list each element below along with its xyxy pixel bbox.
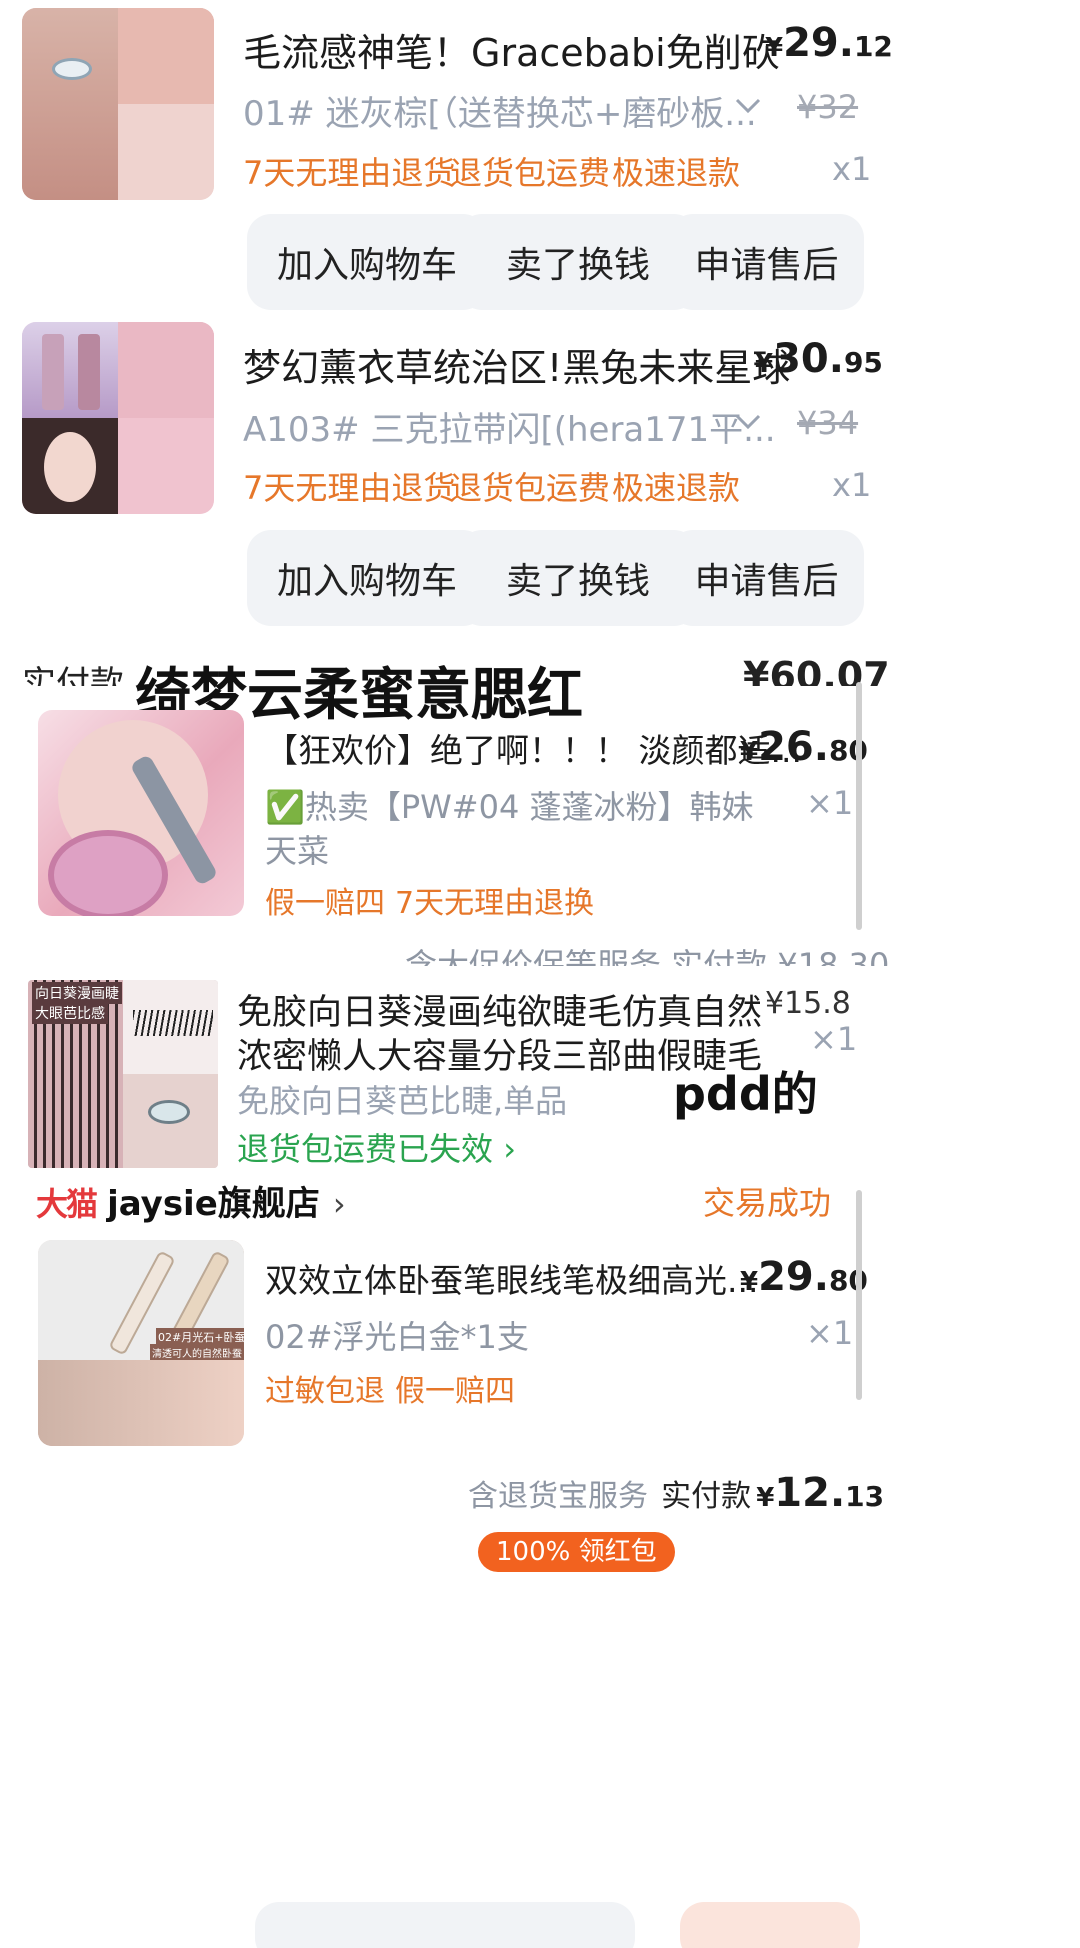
product-price: ¥26.80: [740, 724, 868, 770]
product-title[interactable]: 【狂欢价】绝了啊！！！ 淡颜都适...: [265, 724, 802, 772]
service-tag: 7天无理由退换: [395, 886, 595, 921]
red-packet-badge[interactable]: 100% 领红包: [478, 1532, 675, 1572]
tmall-logo: 大猫: [36, 1185, 98, 1223]
service-tag: 过敏包退: [265, 1374, 385, 1409]
quantity: x1: [832, 466, 872, 504]
store-header[interactable]: 大猫 jaysie旗舰店 ›: [36, 1176, 346, 1224]
handwritten-note: pdd的: [673, 1067, 818, 1121]
product-price: ¥29.12: [765, 20, 893, 66]
paid-total: ¥60.07: [743, 654, 890, 686]
product-title[interactable]: 梦幻薰衣草统治区!黑兔未来星球: [243, 337, 790, 392]
scrollbar[interactable]: [856, 682, 862, 930]
product-image[interactable]: 向日葵漫画睫 大眼芭比感: [28, 980, 218, 1168]
chevron-right-icon: ›: [332, 1185, 346, 1223]
service-tag: 退货包运费: [450, 154, 611, 192]
product-sku[interactable]: 免胶向日葵芭比睫,单品: [237, 1076, 567, 1122]
bottom-button[interactable]: [255, 1902, 635, 1948]
quantity: ×1: [810, 1020, 858, 1058]
paid-label: 实付款: [22, 664, 124, 686]
resell-button[interactable]: 卖了换钱: [458, 530, 698, 626]
original-price: ¥34: [797, 404, 859, 442]
quantity: ×1: [806, 784, 854, 822]
service-tag: 7天无理由退货: [243, 154, 456, 192]
add-to-cart-button[interactable]: 加入购物车: [247, 214, 487, 310]
service-tag: 极速退款: [612, 469, 741, 507]
product-sku[interactable]: 01# 迷灰棕[（送替换芯+磨砂板...: [243, 86, 757, 135]
after-sales-button[interactable]: 申请售后: [669, 530, 864, 626]
service-tag: 假一赔四: [395, 1374, 515, 1409]
product-price: ¥15.8: [765, 986, 851, 1021]
product-sku[interactable]: 02#浮光白金*1支: [265, 1312, 529, 1358]
paid-total: ¥12.13: [756, 1470, 885, 1516]
order-status: 交易成功: [703, 1184, 832, 1222]
product-image[interactable]: [38, 710, 244, 916]
image-caption: 大眼芭比感: [32, 1002, 108, 1024]
chevron-right-icon: ›: [493, 1130, 516, 1168]
after-sales-button[interactable]: 申请售后: [669, 214, 864, 310]
image-caption: 向日葵漫画睫: [32, 982, 122, 1004]
scrollbar[interactable]: [856, 1190, 862, 1400]
service-tag: 极速退款: [612, 154, 741, 192]
service-tag: 退货包运费: [450, 469, 611, 507]
product-price: ¥29.80: [740, 1254, 868, 1300]
service-tag: 假一赔四: [265, 886, 385, 921]
add-to-cart-button[interactable]: 加入购物车: [247, 530, 487, 626]
paid-label: 实付款: [661, 1479, 752, 1514]
product-title[interactable]: 双效立体卧蚕笔眼线笔极细高光...: [265, 1254, 758, 1302]
product-sku[interactable]: ✅热卖【PW#04 蓬蓬冰粉】韩妹: [265, 782, 754, 828]
product-image[interactable]: [22, 322, 214, 514]
product-image[interactable]: 02#月光石+卧蚕笔 清透可人的自然卧蚕: [38, 1240, 244, 1446]
product-image[interactable]: [22, 8, 214, 200]
bottom-button-primary[interactable]: [680, 1902, 860, 1948]
service-tag: 7天无理由退货: [243, 469, 456, 507]
order-footer: 含大促价保等服务 实付款 ¥18.30: [0, 940, 1080, 966]
image-caption: 清透可人的自然卧蚕: [150, 1344, 244, 1361]
product-title[interactable]: 毛流感神笔！Gracebabi免削砍: [243, 22, 780, 77]
order-footer-text: 含大促价保等服务 实付款 ¥18.30: [405, 946, 890, 966]
product-price: ¥30.95: [755, 336, 883, 382]
product-sku[interactable]: A103# 三克拉带闪[(hera171平...: [243, 402, 776, 451]
chevron-down-icon[interactable]: [735, 92, 761, 120]
chevron-down-icon[interactable]: [735, 408, 761, 436]
order-summary: 含退货宝服务 实付款 ¥12.13: [468, 1470, 884, 1516]
original-price: ¥32: [797, 88, 859, 126]
store-name[interactable]: jaysie旗舰店: [107, 1184, 320, 1224]
refund-status-link[interactable]: 退货包运费已失效 ›: [237, 1124, 516, 1170]
quantity: ×1: [806, 1314, 854, 1352]
product-sku-line-2[interactable]: 天菜: [265, 826, 329, 872]
quantity: x1: [832, 150, 872, 188]
service-note: 含退货宝服务: [468, 1479, 648, 1514]
resell-button[interactable]: 卖了换钱: [458, 214, 698, 310]
